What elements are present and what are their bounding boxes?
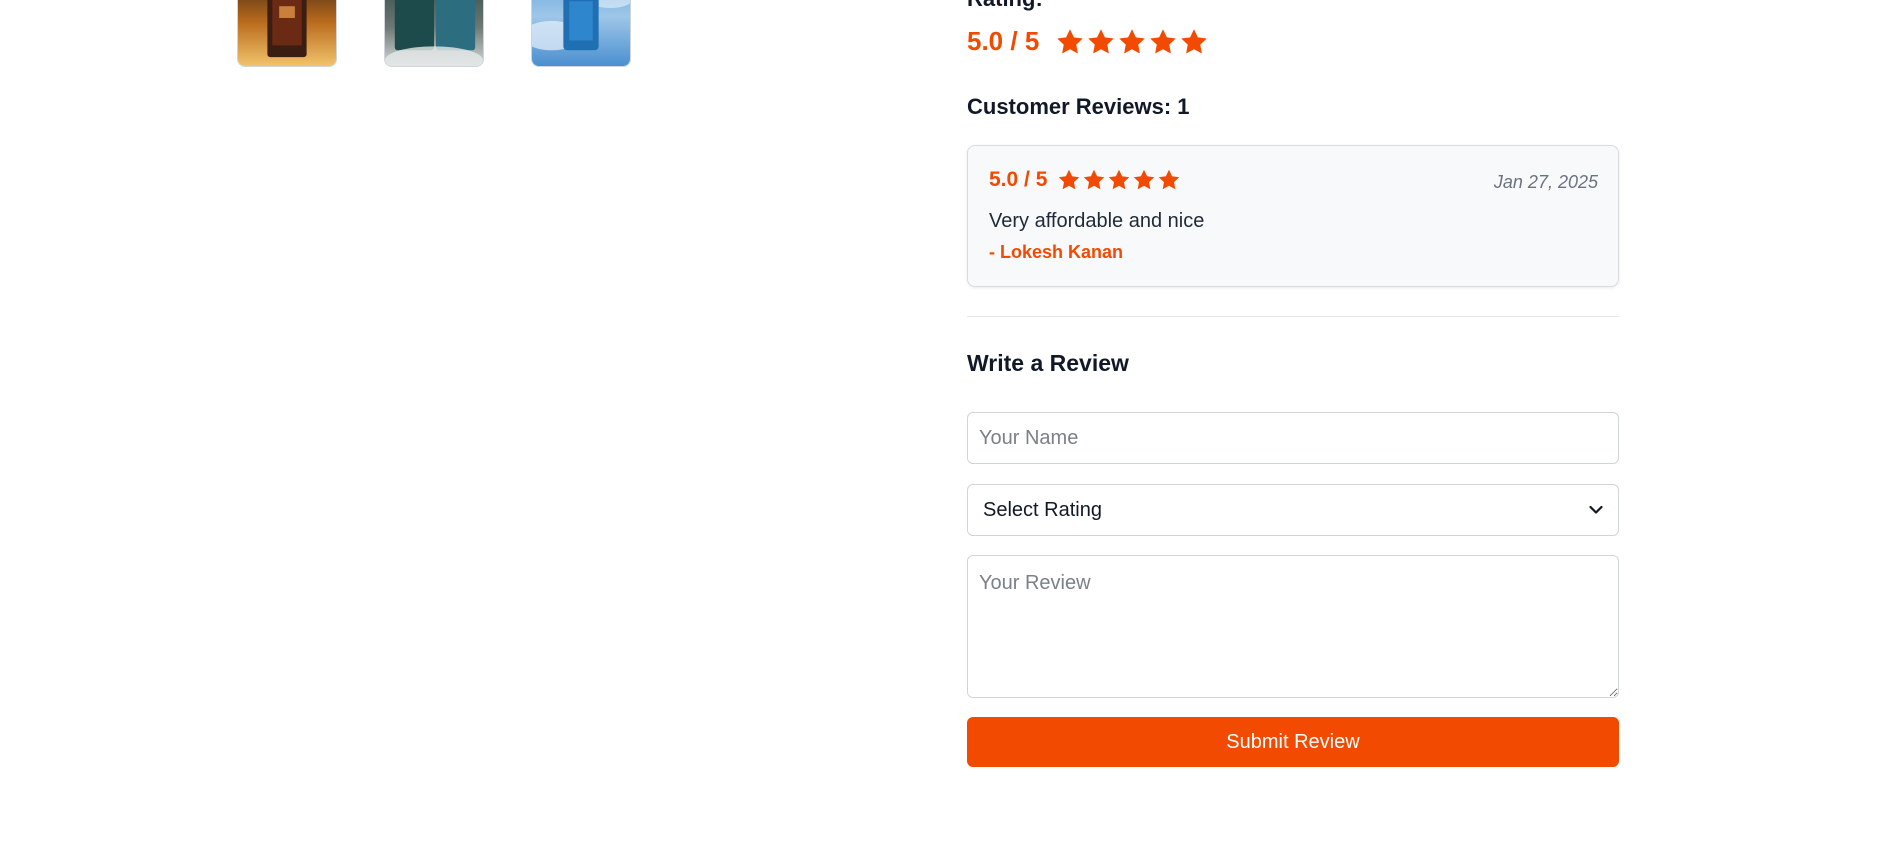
review-textarea[interactable] [967, 555, 1619, 698]
review-author: - Lokesh Kanan [989, 242, 1124, 262]
thumbnail-2[interactable] [384, 0, 484, 67]
customer-reviews-count: Customer Reviews: 1 [967, 94, 1190, 119]
review-date: Jan 27, 2025 [1493, 172, 1598, 192]
star-icon [1107, 168, 1131, 192]
perfume-bottle-teal-thumbnail [385, 0, 483, 66]
star-icon [1117, 27, 1147, 57]
star-icon [1157, 168, 1181, 192]
thumbnail-gallery [237, 0, 631, 67]
rating-select[interactable]: Select Rating [967, 484, 1619, 536]
write-review-heading: Write a Review [967, 350, 1129, 376]
star-icon [1055, 27, 1085, 57]
review-card: 5.0 / 5 Jan 27, 2025 Very affordable and… [967, 145, 1619, 287]
submit-review-button[interactable]: Submit Review [967, 717, 1619, 767]
rating-stars [1055, 27, 1209, 57]
section-divider [967, 316, 1619, 317]
star-icon [1148, 27, 1178, 57]
review-rating-row: 5.0 / 5 [989, 168, 1181, 192]
name-input[interactable] [967, 412, 1619, 464]
star-icon [1086, 27, 1116, 57]
rating-value: 5.0 / 5 [967, 26, 1040, 56]
perfume-bottle-blue-thumbnail [532, 0, 630, 66]
star-icon [1082, 168, 1106, 192]
product-rating: 5.0 / 5 [967, 26, 1209, 57]
star-icon [1057, 168, 1081, 192]
star-icon [1179, 27, 1209, 57]
chevron-down-icon [1589, 505, 1603, 515]
review-rating-stars [1057, 168, 1181, 192]
perfume-bottle-amber-thumbnail [238, 0, 336, 66]
star-icon [1132, 168, 1156, 192]
thumbnail-3[interactable] [531, 0, 631, 67]
thumbnail-1[interactable] [237, 0, 337, 67]
review-text: Very affordable and nice [989, 210, 1205, 232]
rating-heading: Rating: [967, 0, 1043, 10]
review-rating-value: 5.0 / 5 [989, 168, 1048, 191]
rating-select-value: Select Rating [983, 498, 1102, 521]
